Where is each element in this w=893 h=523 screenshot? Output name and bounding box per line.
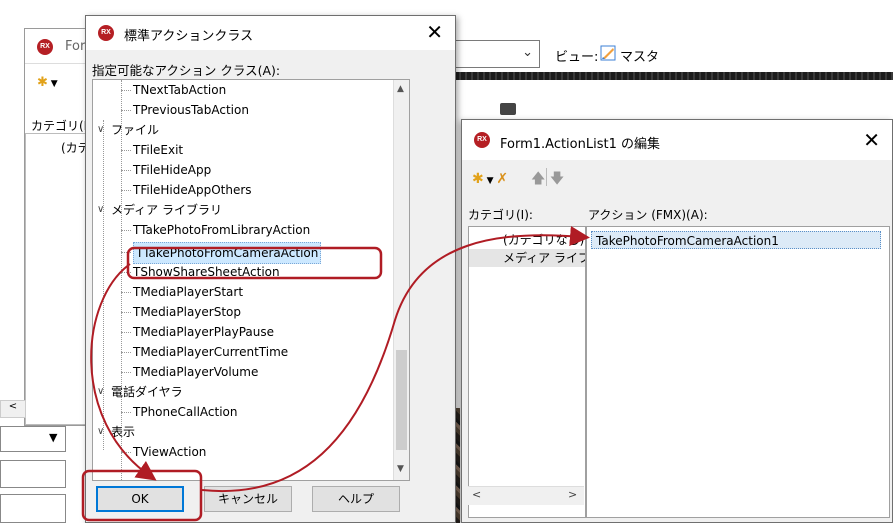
tree-item[interactable]: TPhoneCallAction (133, 402, 237, 422)
property-field[interactable] (0, 494, 66, 523)
rx-logo-icon: RX (37, 39, 53, 55)
move-down-icon[interactable]: 🡇 (550, 171, 564, 187)
expand-icon[interactable]: ∨ (97, 204, 104, 215)
tree-item[interactable]: TNextTabAction (133, 80, 226, 100)
category-list[interactable]: (カテゴリなし) メディア ライブラリ (468, 226, 586, 518)
scrollbar-thumb[interactable] (396, 350, 407, 450)
scroll-left-icon[interactable]: < (0, 400, 26, 418)
master-view-icon (600, 45, 616, 61)
action-item-selected[interactable]: TakePhotoFromCameraAction1 (591, 231, 881, 249)
tree-item[interactable]: TMediaPlayerStart (133, 282, 243, 302)
move-up-icon[interactable]: 🡅 (531, 171, 545, 187)
new-action-icon[interactable]: ✱ (472, 171, 484, 187)
help-button[interactable]: ヘルプ (312, 486, 400, 512)
expand-icon[interactable]: ∨ (97, 386, 104, 397)
view-selector-value[interactable]: マスタ (620, 46, 659, 65)
tree-item[interactable]: TTakePhotoFromLibraryAction (133, 220, 310, 240)
close-icon[interactable]: ✕ (426, 20, 443, 44)
category-label: カテゴリ(I) (31, 119, 92, 133)
action-list[interactable]: TakePhotoFromCameraAction1 (586, 226, 890, 518)
tree-item[interactable]: TViewAction (133, 442, 206, 462)
rx-logo-icon: RX (474, 132, 490, 148)
property-field[interactable] (0, 460, 66, 488)
tree-category[interactable]: 電話ダイヤラ (111, 382, 183, 402)
tree-item[interactable]: TShowShareSheetAction (133, 262, 280, 282)
tree-category[interactable]: メディア ライブラリ (111, 200, 222, 220)
action-list-editor-dialog: RX Form1.ActionList1 の編集 ✕ ✱ ▼ ✗ 🡅 🡇 カテゴ… (461, 119, 893, 523)
view-label: ビュー: (555, 50, 599, 65)
action-class-tree[interactable]: TNextTabAction TPreviousTabAction ∨ ファイル… (92, 79, 410, 481)
category-item[interactable]: (カテゴリなし) (469, 231, 585, 249)
category-label: カテゴリ(I): (468, 208, 533, 222)
scroll-up-icon[interactable]: ▲ (397, 84, 404, 94)
scroll-left-icon[interactable]: < (472, 488, 481, 501)
dialog-titlebar: RX 標準アクションクラス ✕ (86, 16, 455, 50)
dialog-title: 標準アクションクラス (124, 29, 254, 44)
rx-logo-icon: RX (98, 25, 114, 41)
tree-item[interactable]: TMediaPlayerVolume (133, 362, 258, 382)
scroll-down-icon[interactable]: ▼ (397, 464, 404, 474)
scroll-right-icon[interactable]: > (568, 488, 577, 501)
tree-item[interactable]: TFileExit (133, 140, 183, 160)
close-icon[interactable]: ✕ (863, 128, 880, 152)
dialog-titlebar: RX Form1.ActionList1 の編集 ✕ (462, 120, 892, 160)
new-action-icon[interactable]: ✱ ▼ (37, 75, 58, 90)
tree-item-selected[interactable]: TTakePhotoFromCameraAction (133, 242, 322, 264)
category-hscrollbar[interactable]: < > (468, 486, 584, 505)
ok-button[interactable]: OK (96, 486, 184, 512)
dialog-title: Form1.ActionList1 の編集 (500, 137, 660, 152)
tree-scrollbar[interactable]: ▲ ▼ (393, 80, 409, 480)
delete-action-icon[interactable]: ✗ (496, 171, 508, 187)
category-list[interactable] (25, 133, 91, 425)
tree-item[interactable]: TPreviousTabAction (133, 100, 249, 120)
toolbar-separator (546, 168, 547, 186)
dropdown-icon[interactable]: ▼ (49, 431, 57, 444)
expand-icon[interactable]: ∨ (97, 426, 104, 437)
dropdown-icon[interactable]: ▼ (484, 176, 497, 186)
property-combo[interactable]: ▼ (0, 426, 66, 452)
camera-icon (500, 103, 516, 115)
expand-icon[interactable]: ∨ (97, 124, 104, 135)
cancel-button[interactable]: キャンセル (204, 486, 292, 512)
tree-item[interactable]: TFileHideApp (133, 160, 211, 180)
tree-category[interactable]: 表示 (111, 422, 135, 442)
tree-category[interactable]: ファイル (111, 120, 159, 140)
tree-item[interactable]: TMediaPlayerStop (133, 302, 241, 322)
chevron-down-icon[interactable]: ⌄ (522, 45, 533, 60)
category-item-selected[interactable]: メディア ライブラリ (469, 249, 585, 267)
standard-action-class-dialog: RX 標準アクションクラス ✕ 指定可能なアクション クラス(A): TNext… (85, 15, 456, 523)
form-designer-strip (455, 72, 893, 80)
actions-label: アクション (FMX)(A): (588, 208, 708, 222)
action-class-list-label: 指定可能なアクション クラス(A): (92, 63, 281, 78)
tree-item[interactable]: TFileHideAppOthers (133, 180, 252, 200)
editor-toolbar: ✱ ▼ ✗ 🡅 🡇 (472, 168, 564, 192)
tree-item[interactable]: TMediaPlayerCurrentTime (133, 342, 288, 362)
tree-item[interactable]: TMediaPlayerPlayPause (133, 322, 274, 342)
